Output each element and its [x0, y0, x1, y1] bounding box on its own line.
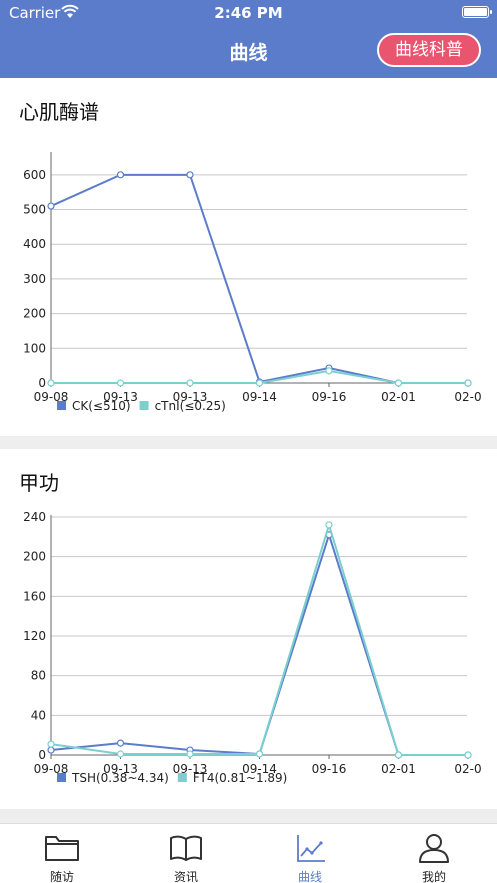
chart-icon — [297, 835, 325, 862]
y-tick-label: 600 — [23, 168, 46, 182]
y-tick-label: 300 — [23, 272, 46, 286]
x-tick-label: 02-01 — [381, 390, 416, 404]
data-point — [255, 750, 264, 758]
data-point — [255, 379, 264, 387]
legend-label: CK(≤510) — [72, 399, 131, 413]
data-point — [464, 751, 472, 759]
battery-icon — [462, 6, 492, 18]
y-tick-label: 80 — [31, 669, 46, 683]
data-point — [325, 367, 333, 375]
curve-science-button[interactable]: 曲线科普 — [377, 33, 481, 67]
y-tick-label: 100 — [23, 341, 46, 355]
x-tick-label: 02-01 — [381, 762, 416, 776]
tab-bar: 随访 资讯 曲线 我的 — [0, 823, 497, 883]
tab-label: 资讯 — [173, 870, 198, 883]
data-point — [116, 379, 125, 387]
tab-followup[interactable]: 随访 — [0, 824, 124, 883]
data-point — [186, 750, 194, 758]
data-point — [325, 521, 333, 529]
x-tick-label: 02-0 — [454, 762, 481, 776]
tab-label: 我的 — [421, 870, 446, 883]
y-tick-label: 40 — [31, 708, 46, 722]
tab-news[interactable]: 资讯 — [124, 824, 248, 883]
legend-label: TSH(0.38~4.34) — [71, 771, 169, 785]
series-line — [50, 521, 468, 756]
profile-icon — [419, 834, 449, 863]
tab-mine[interactable]: 我的 — [372, 824, 496, 883]
data-point — [394, 379, 403, 387]
x-tick-label: 09-14 — [242, 390, 277, 404]
y-tick-label: 400 — [23, 237, 46, 251]
y-tick-label: 120 — [23, 629, 46, 643]
tab-curve[interactable]: 曲线 — [248, 824, 372, 883]
data-point — [116, 750, 125, 758]
data-point — [186, 379, 194, 387]
legend-swatch — [139, 401, 149, 410]
data-point — [464, 379, 472, 387]
legend-swatch — [57, 773, 66, 782]
chart-card-thyroid: 0 40 80 120 160 200 240 09-08 09-13 09-13 09-14 09-… — [0, 449, 497, 809]
y-tick-label: 200 — [23, 550, 46, 564]
data-point — [394, 751, 403, 759]
legend-swatch — [177, 773, 187, 782]
y-tick-label: 160 — [23, 589, 46, 603]
y-tick-label: 240 — [23, 510, 46, 524]
book-icon — [170, 835, 202, 861]
y-tick-label: 0 — [38, 376, 46, 390]
series-line — [50, 531, 468, 756]
tab-label: 曲线 — [297, 870, 322, 883]
folder-icon — [45, 836, 79, 861]
thyroid-chart: 0408012016020024009-08 09-13 09-13 09-14 09-… — [23, 510, 482, 785]
data-point — [47, 746, 55, 754]
y-tick-label: 0 — [38, 748, 46, 762]
status-time: 2:46 PM — [214, 4, 283, 22]
legend-swatch — [57, 401, 66, 410]
x-tick-label: 09-16 — [312, 762, 347, 776]
legend-label: cTnI(≤0.25) — [155, 399, 226, 413]
navigation-bar: Carrier 2:46 PM 曲线 曲线科普 — [0, 0, 497, 78]
x-tick-label: 02-0 — [454, 390, 481, 404]
data-point — [116, 739, 125, 747]
data-point — [47, 202, 55, 210]
data-point — [186, 171, 194, 179]
y-tick-label: 500 — [23, 203, 46, 217]
y-tick-label: 200 — [23, 307, 46, 321]
chart-title: 甲功 — [19, 471, 59, 495]
x-tick-label: 09-16 — [312, 390, 347, 404]
chart-card-cardiac-enzymes: 0 100 200 300 400 500 600 09-08 09-13 09-13 09-14 0… — [0, 78, 497, 436]
data-point — [47, 740, 55, 748]
chart-title: 心肌酶谱 — [19, 100, 99, 124]
data-point — [116, 171, 125, 179]
tab-label: 随访 — [49, 870, 74, 883]
legend-label: FT4(0.81~1.89) — [193, 771, 288, 785]
data-point — [47, 379, 55, 387]
cardiac-enzyme-chart: 010020030040050060009-08 09-13 09-13 09-14 0… — [23, 152, 482, 413]
